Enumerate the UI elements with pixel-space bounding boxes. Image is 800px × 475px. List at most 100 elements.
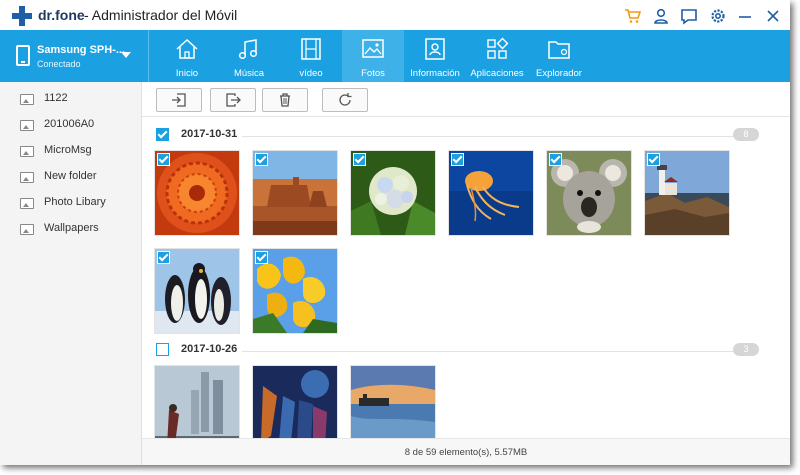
photo-thumbnail[interactable] (350, 150, 436, 236)
tab-label: Música (233, 68, 265, 79)
sidebar-item-label: New folder (44, 170, 97, 182)
group-count-badge: 3 (733, 343, 759, 356)
sidebar-item-micromsg[interactable]: MicroMsg (0, 138, 141, 164)
refresh-button[interactable] (322, 88, 368, 112)
selection-summary: 8 de 59 elemento(s), 5.57MB (404, 447, 528, 458)
app-window: dr.fone - Administrador del Móvil Samsun… (0, 0, 790, 465)
export-icon (226, 93, 241, 107)
music-icon (238, 39, 258, 60)
tab-label: Información (410, 68, 460, 79)
settings-icon[interactable] (709, 7, 727, 25)
phone-icon (16, 45, 30, 66)
photo-checkbox[interactable] (157, 153, 170, 166)
photo-checkbox[interactable] (549, 153, 562, 166)
photo-toolbar (142, 82, 790, 117)
sidebar-item-label: 1122 (44, 92, 68, 104)
group-select-checkbox[interactable] (156, 343, 169, 356)
photo-icon (362, 39, 384, 58)
close-icon[interactable] (764, 7, 782, 25)
cart-icon[interactable] (624, 7, 642, 25)
main-navbar: Samsung SPH-... Conectado Inicio Música (0, 30, 790, 82)
sidebar-item-1122[interactable]: 1122 (0, 86, 141, 112)
app-title: - Administrador del Móvil (84, 7, 238, 23)
home-icon (176, 38, 198, 59)
device-status: Conectado (37, 59, 81, 69)
sidebar-item-label: Wallpapers (44, 222, 99, 234)
export-button[interactable] (210, 88, 256, 112)
photo-thumbnail[interactable] (448, 150, 534, 236)
sidebar-item-label: Photo Libary (44, 196, 106, 208)
apps-icon (487, 37, 509, 59)
group-date: 2017-10-31 (181, 128, 238, 140)
refresh-icon (339, 93, 352, 106)
date-group-header: 2017-10-26 3 (142, 340, 777, 360)
tab-musica[interactable]: Música (218, 30, 280, 82)
photo-checkbox[interactable] (353, 153, 366, 166)
contact-icon (425, 38, 445, 60)
photo-grid-area: 2017-10-31 8 2017-10-26 3 (142, 117, 790, 438)
folder-icon (548, 41, 570, 59)
feedback-icon[interactable] (680, 7, 698, 25)
tab-video[interactable]: vídeo (280, 30, 342, 82)
sidebar-item-new-folder[interactable]: New folder (0, 164, 141, 190)
title-bar: dr.fone - Administrador del Móvil (0, 0, 790, 30)
divider (242, 351, 755, 352)
photo-thumbnail[interactable] (252, 150, 338, 236)
tab-explorador[interactable]: Explorador (528, 30, 590, 82)
seaside-sunset-photo (351, 366, 435, 438)
photo-thumbnail[interactable] (154, 248, 240, 334)
fantasy-warriors-photo (253, 366, 337, 438)
image-icon (20, 172, 34, 183)
chevron-down-icon[interactable] (121, 52, 131, 58)
tab-label: Explorador (536, 68, 582, 79)
sidebar-item-201006a0[interactable]: 201006A0 (0, 112, 141, 138)
date-group-header: 2017-10-31 8 (142, 125, 777, 145)
image-icon (20, 224, 34, 235)
user-icon[interactable] (652, 7, 670, 25)
image-icon (20, 146, 34, 157)
delete-button[interactable] (262, 88, 308, 112)
fantasy-castle-photo (155, 366, 239, 438)
image-icon (20, 94, 34, 105)
group-date: 2017-10-26 (181, 343, 238, 355)
video-icon (301, 38, 321, 60)
delete-icon (280, 93, 290, 107)
group-select-checkbox[interactable] (156, 128, 169, 141)
photo-thumbnail[interactable] (252, 365, 338, 438)
sidebar-item-label: MicroMsg (44, 144, 92, 156)
tab-label: vídeo (299, 68, 323, 79)
status-bar: 8 de 59 elemento(s), 5.57MB (142, 438, 790, 465)
photo-thumbnail[interactable] (154, 365, 240, 438)
import-icon (172, 93, 186, 107)
sidebar-item-photo-libary[interactable]: Photo Libary (0, 190, 141, 216)
photo-checkbox[interactable] (157, 251, 170, 264)
group-count-badge: 8 (733, 128, 759, 141)
album-sidebar: 1122 201006A0 MicroMsg New folder Photo … (0, 82, 142, 465)
tab-aplicaciones[interactable]: Aplicaciones (466, 30, 528, 82)
photo-thumbnail[interactable] (644, 150, 730, 236)
tab-fotos[interactable]: Fotos (342, 30, 404, 82)
photo-thumbnail[interactable] (154, 150, 240, 236)
sidebar-item-label: 201006A0 (44, 118, 95, 130)
photo-thumbnail[interactable] (350, 365, 436, 438)
tab-inicio[interactable]: Inicio (156, 30, 218, 82)
minimize-icon[interactable] (736, 7, 754, 25)
brand-name: dr.fone (38, 7, 85, 23)
divider (242, 136, 755, 137)
device-name: Samsung SPH-... (37, 44, 126, 56)
photo-thumbnail[interactable] (252, 248, 338, 334)
drfone-logo-icon (12, 6, 32, 26)
import-button[interactable] (156, 88, 202, 112)
photo-checkbox[interactable] (647, 153, 660, 166)
device-selector[interactable]: Samsung SPH-... Conectado (0, 30, 149, 82)
photo-checkbox[interactable] (255, 153, 268, 166)
sidebar-item-wallpapers[interactable]: Wallpapers (0, 216, 141, 242)
tab-informacion[interactable]: Información (404, 30, 466, 82)
image-icon (20, 198, 34, 209)
photo-checkbox[interactable] (255, 251, 268, 264)
photo-checkbox[interactable] (451, 153, 464, 166)
tab-label: Fotos (361, 68, 385, 79)
photo-thumbnail[interactable] (546, 150, 632, 236)
image-icon (20, 120, 34, 131)
tab-label: Aplicaciones (470, 68, 524, 79)
